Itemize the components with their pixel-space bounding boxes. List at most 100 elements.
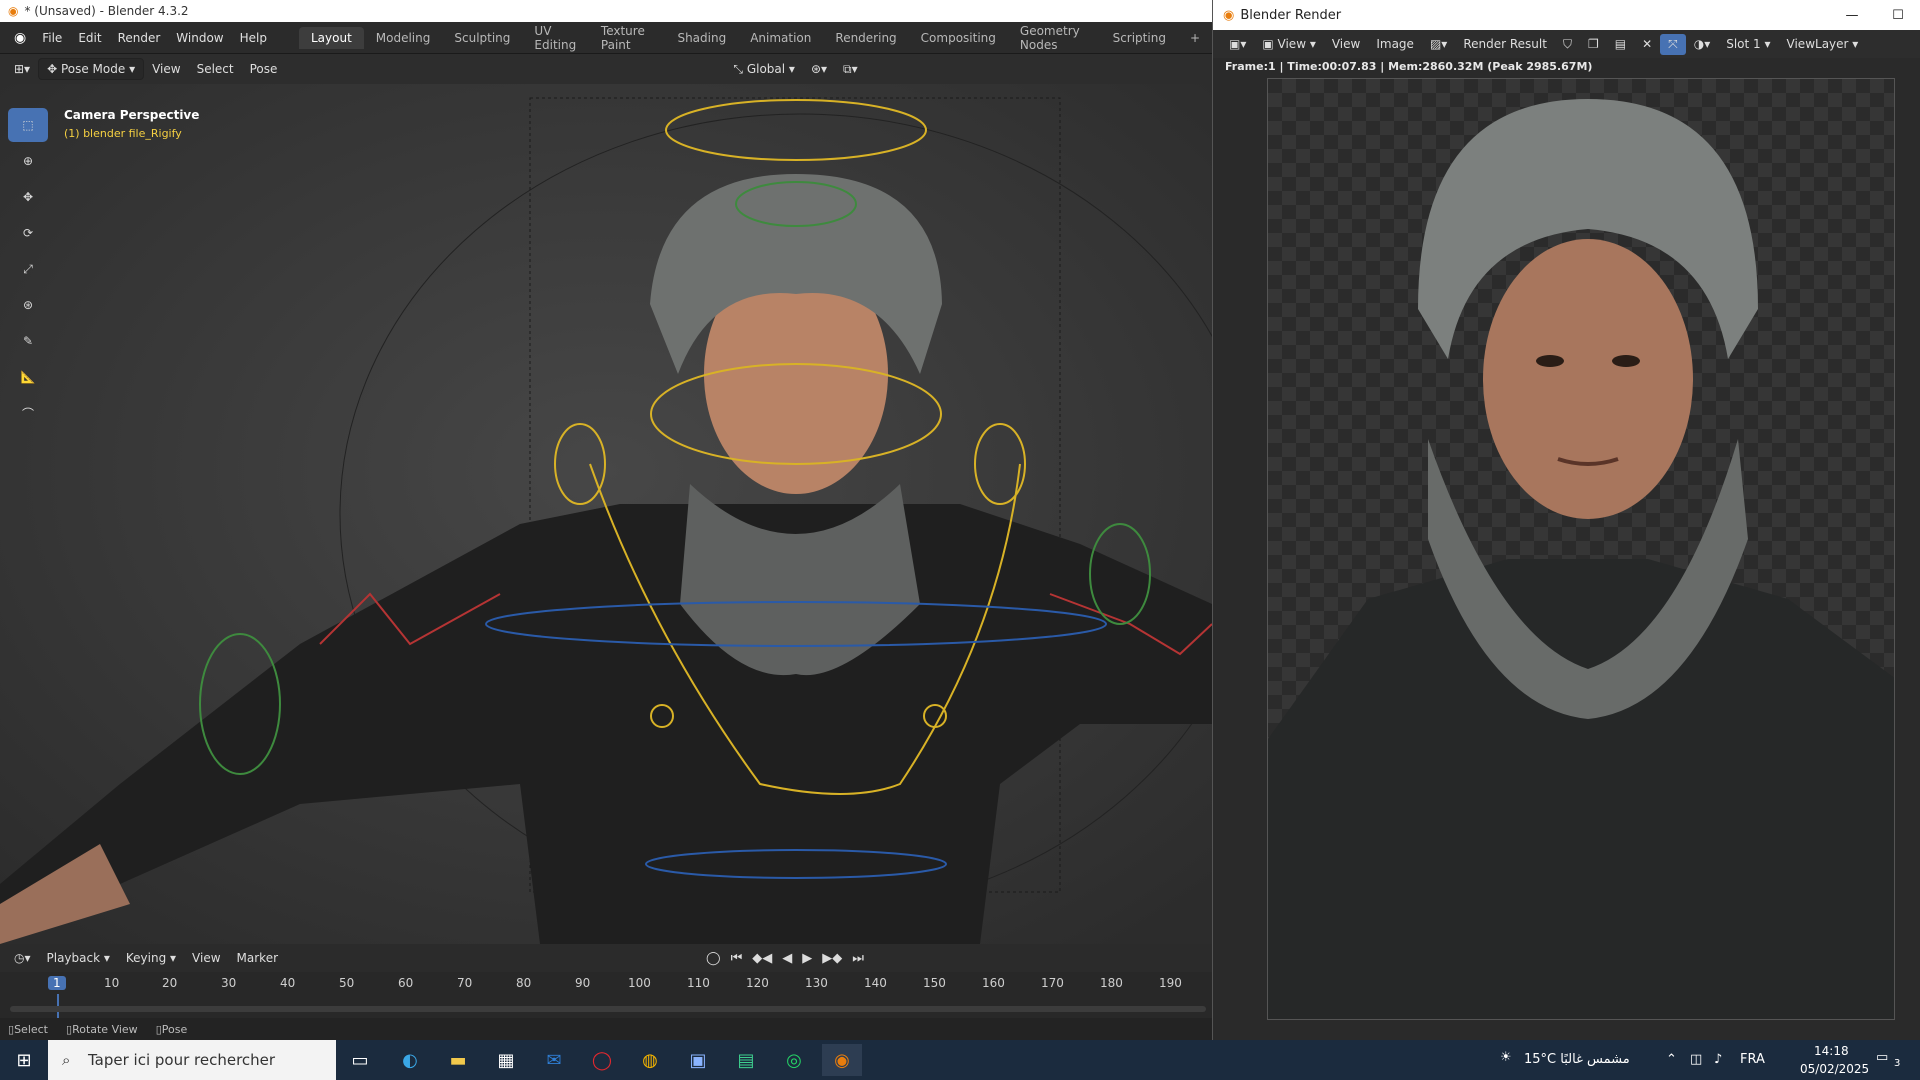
tab-geometry-nodes[interactable]: Geometry Nodes — [1008, 20, 1101, 56]
header-menu-view[interactable]: View — [144, 59, 188, 79]
fake-user-icon[interactable]: ⛉ — [1555, 34, 1580, 55]
tab-modeling[interactable]: Modeling — [364, 27, 443, 49]
cursor-tool[interactable]: ⊕ — [8, 144, 48, 178]
network-icon[interactable]: ◫ — [1690, 1052, 1702, 1067]
editor-type-icon[interactable]: ⊞▾ — [6, 59, 38, 79]
viewport-header: ⊞▾ ✥ Pose Mode ▾ View Select Pose ⤡ Glob… — [0, 54, 1212, 84]
header-menu-select[interactable]: Select — [189, 59, 242, 79]
new-image-icon[interactable]: ❐ — [1580, 34, 1607, 54]
move-tool[interactable]: ✥ — [8, 180, 48, 214]
snap-icon[interactable]: ⧉▾ — [835, 59, 866, 80]
tab-shading[interactable]: Shading — [665, 27, 738, 49]
frame-tick: 90 — [575, 976, 591, 990]
tray-overflow-icon[interactable]: ⌃ — [1666, 1052, 1677, 1067]
taskbar-search-box[interactable]: ⌕ Taper ici pour rechercher — [48, 1040, 336, 1080]
open-image-icon[interactable]: ▤ — [1607, 34, 1634, 54]
jump-start-icon[interactable]: ⏮ — [731, 951, 743, 966]
view-layer-dropdown[interactable]: ViewLayer ▾ — [1779, 34, 1867, 54]
timeline-header: ◷▾ Playback ▾ Keying ▾ View Marker ◯ ⏮ ◆… — [0, 944, 1212, 972]
blender-taskbar-icon[interactable]: ◉ — [822, 1044, 862, 1076]
timeline-scrollbar[interactable] — [10, 1006, 1206, 1012]
timeline-menu-marker[interactable]: Marker — [229, 948, 286, 968]
measure-tool[interactable]: 📐 — [8, 360, 48, 394]
whatsapp-icon[interactable]: ◎ — [774, 1044, 814, 1076]
menu-help[interactable]: Help — [232, 31, 275, 45]
menu-file[interactable]: File — [34, 31, 70, 45]
chrome-icon[interactable]: ◍ — [630, 1044, 670, 1076]
frame-tick: 80 — [516, 976, 532, 990]
transform-orientation-dropdown[interactable]: ⤡ Global ▾ — [725, 59, 803, 80]
playback-controls: ◯ ⏮ ◆◀ ◀ ▶ ▶◆ ⏭ — [706, 951, 864, 966]
tab-uv-editing[interactable]: UV Editing — [522, 20, 588, 56]
timeline-scrubber[interactable]: 1 10 20 30 40 50 60 70 80 90 100 110 120… — [0, 972, 1212, 1018]
timeline-editor-icon[interactable]: ◷▾ — [6, 948, 39, 968]
render-view-mode[interactable]: ▣ View ▾ — [1254, 34, 1323, 54]
tool-shelf: ⬚ ⊕ ✥ ⟳ ⤢ ⊛ ✎ 📐 ⌒ — [8, 108, 48, 432]
gizmo-toggle-icon[interactable]: ⤧ — [1660, 33, 1686, 55]
frame-tick: 160 — [982, 976, 1005, 990]
minimize-button[interactable]: — — [1829, 8, 1875, 23]
opera-icon[interactable]: ◯ — [582, 1044, 622, 1076]
prev-keyframe-icon[interactable]: ◆◀ — [752, 951, 772, 966]
tab-compositing[interactable]: Compositing — [909, 27, 1008, 49]
header-menu-pose[interactable]: Pose — [242, 59, 286, 79]
tab-sculpting[interactable]: Sculpting — [442, 27, 522, 49]
mode-dropdown[interactable]: ✥ Pose Mode ▾ — [38, 58, 145, 80]
menu-edit[interactable]: Edit — [70, 31, 109, 45]
edge-icon[interactable]: ◐ — [390, 1044, 430, 1076]
photoshop-icon[interactable]: ▣ — [678, 1044, 718, 1076]
timeline-menu-playback[interactable]: Playback ▾ — [39, 948, 118, 968]
pivot-point-icon[interactable]: ⊛▾ — [803, 59, 835, 79]
play-icon[interactable]: ▶ — [802, 951, 812, 966]
volume-icon[interactable]: ♪ — [1714, 1052, 1722, 1067]
tab-animation[interactable]: Animation — [738, 27, 823, 49]
scale-tool[interactable]: ⤢ — [8, 252, 48, 286]
image-editor-type-icon[interactable]: ▣▾ — [1221, 34, 1254, 54]
timeline-menu-view[interactable]: View — [184, 948, 228, 968]
select-box-tool[interactable]: ⬚ — [8, 108, 48, 142]
slot-dropdown[interactable]: Slot 1 ▾ — [1718, 34, 1778, 54]
current-frame-indicator[interactable]: 1 — [48, 976, 66, 990]
weather-icon[interactable]: ☀ — [1500, 1050, 1512, 1065]
annotate-tool[interactable]: ✎ — [8, 324, 48, 358]
menu-render[interactable]: Render — [110, 31, 169, 45]
render-menu-image[interactable]: Image — [1368, 34, 1422, 54]
weather-text[interactable]: 15°C مشمس غالبًا — [1524, 1052, 1630, 1067]
task-view-icon[interactable]: ▭ — [340, 1044, 380, 1076]
tab-layout[interactable]: Layout — [298, 26, 364, 49]
tab-rendering[interactable]: Rendering — [823, 27, 908, 49]
rotate-tool[interactable]: ⟳ — [8, 216, 48, 250]
menu-window[interactable]: Window — [168, 31, 231, 45]
add-workspace-icon[interactable]: + — [1178, 27, 1212, 49]
outlook-icon[interactable]: ✉ — [534, 1044, 574, 1076]
unlink-image-icon[interactable]: ✕ — [1634, 34, 1660, 54]
clock-date[interactable]: 05/02/2025 — [1800, 1062, 1869, 1076]
transform-tool[interactable]: ⊛ — [8, 288, 48, 322]
tab-texture-paint[interactable]: Texture Paint — [589, 20, 666, 56]
play-reverse-icon[interactable]: ◀ — [782, 951, 792, 966]
relax-tool[interactable]: ⌒ — [8, 396, 48, 430]
3d-viewport[interactable] — [0, 84, 1212, 944]
clock-time[interactable]: 14:18 — [1814, 1044, 1849, 1058]
app-m-icon[interactable]: ▤ — [726, 1044, 766, 1076]
notification-icon[interactable]: ▭ — [1876, 1050, 1888, 1065]
frame-tick: 150 — [923, 976, 946, 990]
language-indicator[interactable]: FRA — [1740, 1052, 1765, 1067]
image-name-field[interactable]: Render Result — [1455, 34, 1555, 54]
render-result-image[interactable] — [1267, 78, 1895, 1020]
image-browse-icon[interactable]: ▨▾ — [1422, 34, 1455, 54]
timeline-menu-keying[interactable]: Keying ▾ — [118, 948, 184, 968]
windows-start-icon[interactable]: ⊞ — [4, 1044, 44, 1076]
maximize-button[interactable]: ☐ — [1875, 8, 1920, 23]
next-keyframe-icon[interactable]: ▶◆ — [822, 951, 842, 966]
render-menu-view[interactable]: View — [1324, 34, 1368, 54]
auto-keying-icon[interactable]: ◯ — [706, 951, 721, 966]
file-explorer-icon[interactable]: ▬ — [438, 1044, 478, 1076]
cursor-icon: ⊕ — [22, 154, 34, 168]
jump-end-icon[interactable]: ⏭ — [852, 951, 864, 966]
tab-scripting[interactable]: Scripting — [1101, 27, 1178, 49]
store-icon[interactable]: ▦ — [486, 1044, 526, 1076]
blender-logo-icon: ◉ — [8, 4, 19, 18]
overlay-toggle-icon[interactable]: ◑▾ — [1686, 34, 1719, 54]
blender-menu-icon[interactable]: ◉ — [6, 30, 34, 46]
